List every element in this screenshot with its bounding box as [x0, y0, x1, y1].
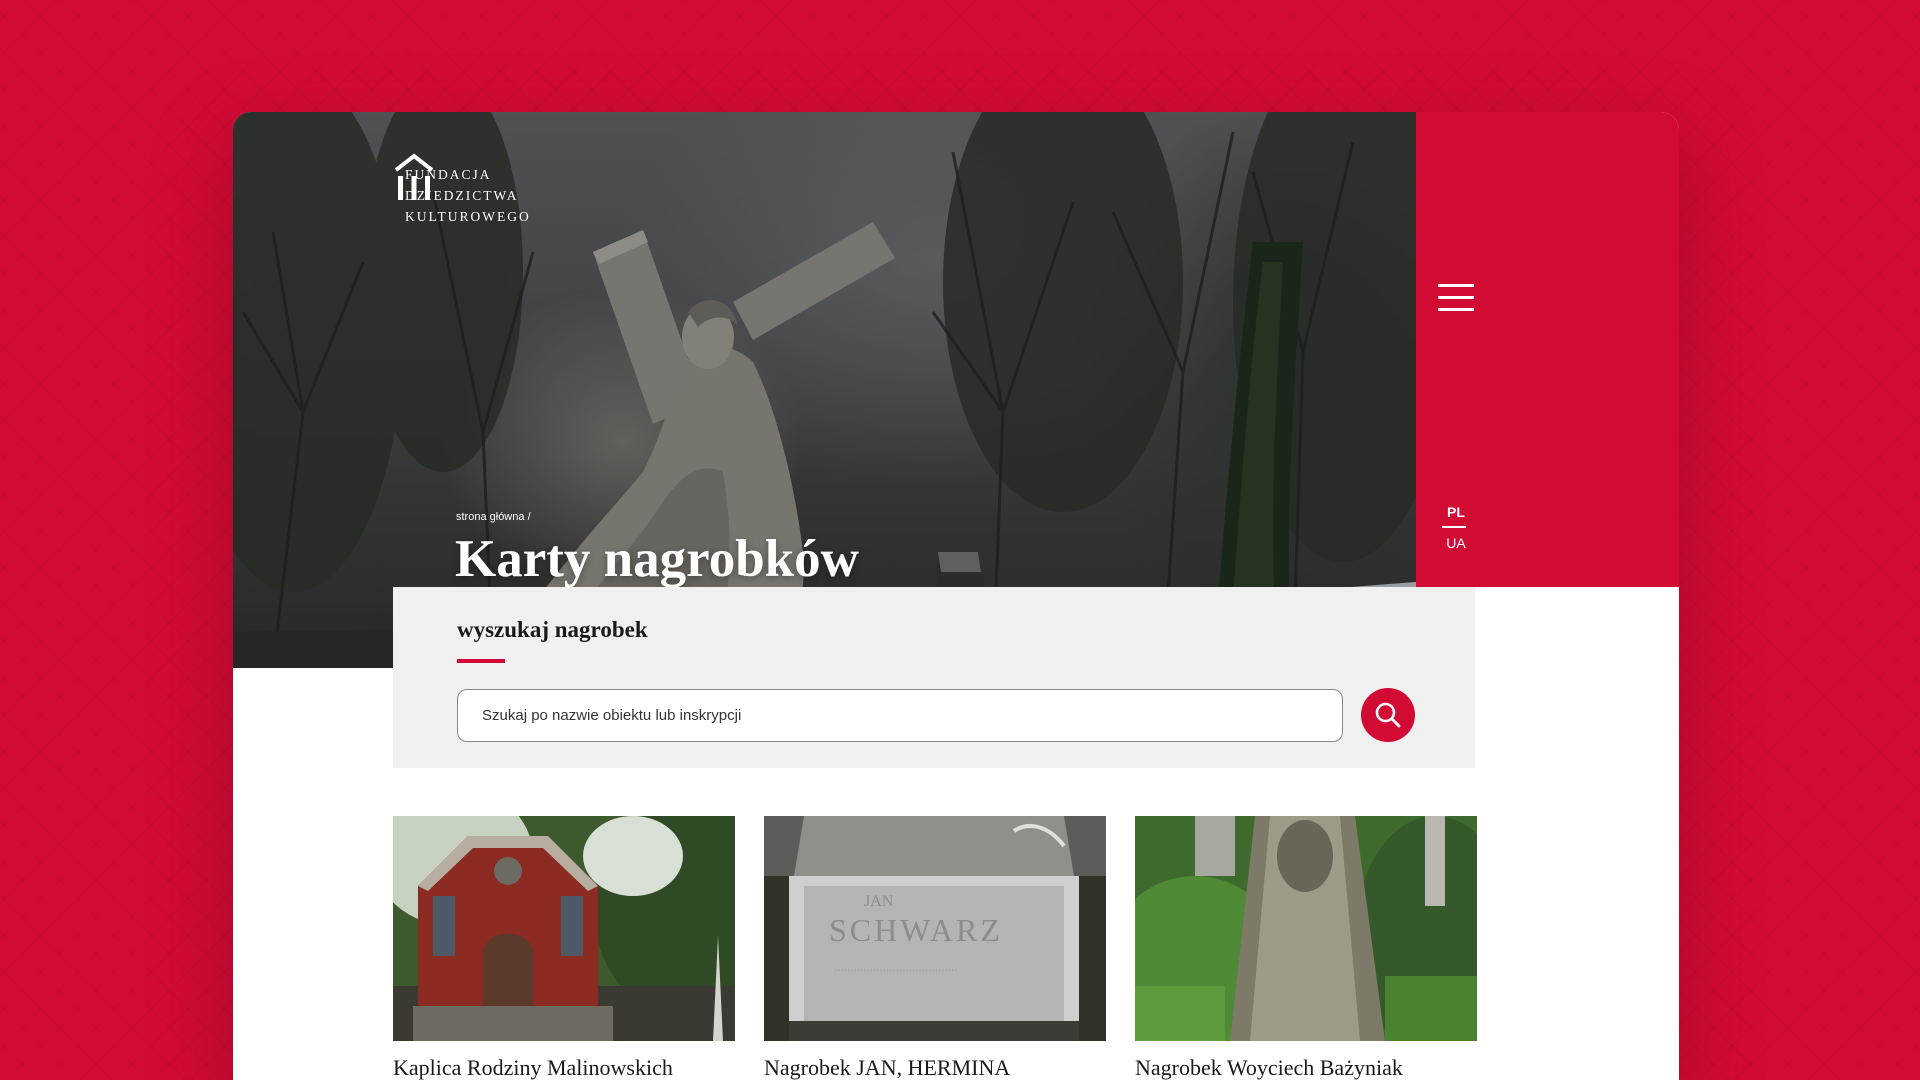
breadcrumb: strona główna /	[456, 511, 531, 523]
tomb-card-title: Nagrobek JAN, HERMINA	[764, 1055, 1011, 1080]
logo-line-3: KULTUROWEGO	[405, 209, 531, 224]
svg-text:..............................: ......................................	[834, 959, 958, 974]
search-icon	[1375, 702, 1401, 728]
hero-banner: FUNDACJA DZIEDZICTWA KULTUROWEGO strona …	[233, 112, 1416, 668]
breadcrumb-separator: /	[527, 511, 531, 523]
search-heading-underline	[457, 659, 505, 663]
tomb-card-2[interactable]: JAN SCHWARZ ............................…	[764, 816, 1106, 1080]
search-heading: wyszukaj nagrobek	[457, 617, 648, 642]
tomb-card-1[interactable]: Kaplica Rodziny Malinowskich	[393, 816, 735, 1080]
tomb-card-title: Nagrobek Woyciech Bażyniak	[1135, 1055, 1403, 1080]
browser-page: FUNDACJA DZIEDZICTWA KULTUROWEGO strona …	[233, 112, 1679, 1080]
svg-text:SCHWARZ: SCHWARZ	[829, 912, 1003, 948]
search-input[interactable]	[457, 689, 1343, 742]
language-pl[interactable]: PL	[1434, 504, 1478, 520]
search-button[interactable]	[1361, 688, 1415, 742]
tomb-card-image	[393, 816, 735, 1041]
tomb-card-image: JAN SCHWARZ ............................…	[764, 816, 1106, 1041]
language-ua[interactable]: UA	[1434, 535, 1478, 551]
page-title: Karty nagrobków	[455, 530, 859, 588]
search-panel: wyszukaj nagrobek	[393, 587, 1475, 768]
tomb-card-3[interactable]: Nagrobek Woyciech Bażyniak	[1135, 816, 1477, 1080]
tomb-card-title: Kaplica Rodziny Malinowskich	[393, 1055, 673, 1080]
tomb-card-image	[1135, 816, 1477, 1041]
svg-text:JAN: JAN	[864, 893, 894, 910]
breadcrumb-home-link[interactable]: strona główna	[456, 511, 525, 523]
hamburger-menu-icon[interactable]	[1438, 284, 1474, 312]
language-active-underline	[1442, 526, 1466, 528]
site-logo[interactable]: FUNDACJA DZIEDZICTWA KULTUROWEGO	[393, 152, 531, 227]
foundation-building-icon	[394, 153, 434, 200]
